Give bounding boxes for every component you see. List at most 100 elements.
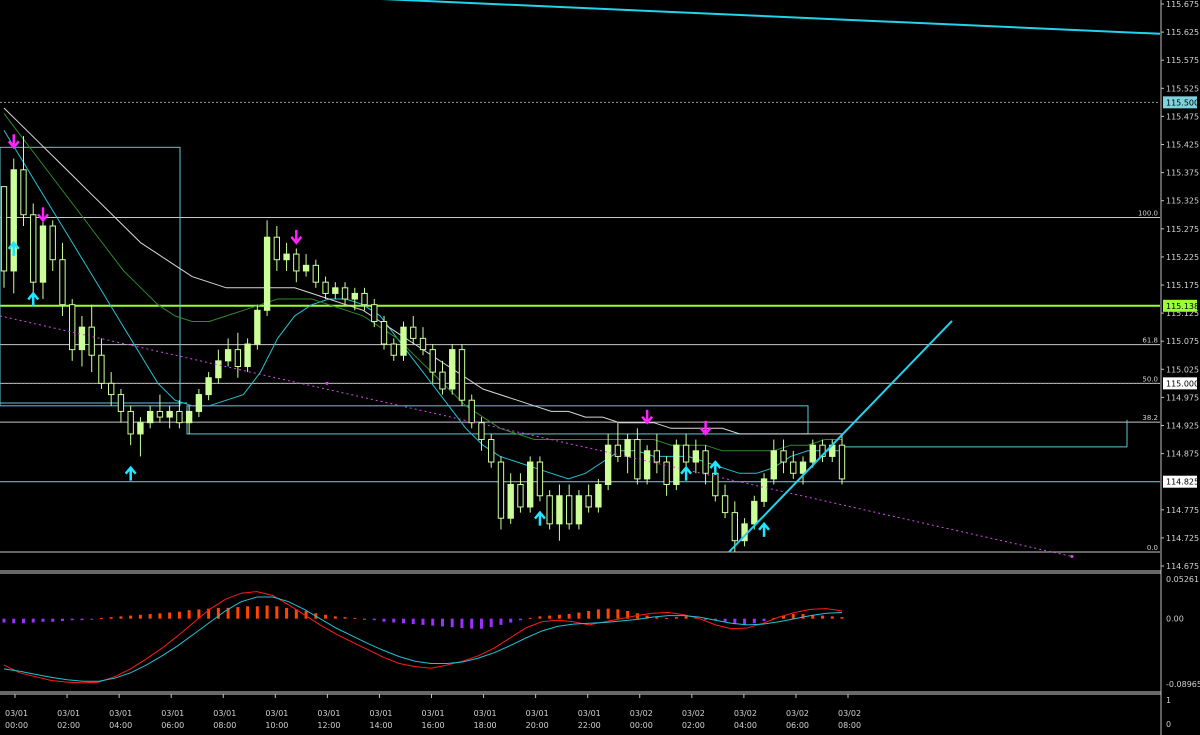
price-tick-label-2: 115.575 (1166, 56, 1199, 65)
candle-body-52 (507, 484, 514, 519)
time-label-date-4: 03/01 (213, 709, 236, 718)
candle-body-54 (527, 461, 534, 508)
candle-body-26 (254, 309, 261, 345)
time-label-date-2: 03/01 (109, 709, 132, 718)
candle-body-78 (760, 478, 768, 502)
macd-bar-62 (606, 608, 610, 619)
candle-body-8 (78, 326, 86, 351)
macd-bar-43 (421, 618, 425, 625)
time-label-time-2: 04:00 (109, 721, 132, 730)
price-tick-label-0: 115.675 (1166, 0, 1199, 9)
candle-body-74 (721, 495, 729, 514)
candle-body-39 (380, 321, 388, 345)
candle-body-58 (565, 495, 573, 525)
time-label-date-15: 03/02 (786, 709, 809, 718)
macd-bar-15 (148, 614, 152, 619)
time-label-time-9: 18:00 (474, 721, 497, 730)
candle-body-33 (322, 281, 329, 294)
candle-body-22 (215, 360, 222, 379)
price-tag-label-0: 115.500 (1166, 98, 1199, 107)
time-label-time-3: 06:00 (161, 721, 184, 730)
price-tick-label-13: 115.025 (1166, 365, 1199, 374)
candle-body-27 (263, 236, 271, 311)
time-label-time-4: 08:00 (213, 721, 236, 730)
time-label-date-0: 03/01 (5, 709, 28, 718)
candle-body-83 (809, 444, 816, 463)
price-tick-label-1: 115.625 (1166, 28, 1199, 37)
macd-bar-44 (431, 618, 435, 626)
candle-body-30 (293, 253, 300, 272)
candle-body-69 (673, 444, 680, 486)
macd-axis-label-1: 0.00 (1166, 615, 1184, 624)
time-label-date-10: 03/01 (526, 709, 549, 718)
price-tick-label-3: 115.525 (1166, 84, 1199, 93)
macd-bar-70 (684, 616, 688, 619)
candle-body-35 (341, 287, 349, 300)
time-label-time-11: 22:00 (578, 721, 601, 730)
macd-axis-label-2: -0.08965 (1166, 680, 1200, 689)
candle-body-67 (653, 450, 661, 463)
candle-body-0 (0, 186, 8, 272)
fib-label-2: 50.0 (1142, 375, 1158, 383)
macd-bar-36 (353, 617, 357, 619)
fib-label-3: 38.2 (1142, 414, 1158, 422)
macd-bar-3 (31, 618, 35, 623)
macd-bar-40 (392, 618, 396, 623)
candle-body-49 (478, 422, 485, 441)
macd-bar-47 (460, 618, 464, 628)
macd-bar-85 (830, 616, 834, 619)
time-label-time-0: 00:00 (5, 721, 28, 730)
price-tick-label-6: 115.375 (1166, 169, 1199, 178)
time-label-time-1: 02:00 (57, 721, 80, 730)
candle-body-25 (244, 343, 251, 367)
candle-body-48 (468, 399, 475, 424)
macd-bar-77 (752, 618, 756, 624)
candle-body-79 (770, 450, 777, 480)
candle-body-10 (98, 354, 105, 384)
macd-bar-59 (577, 612, 581, 619)
macd-bar-7 (70, 618, 74, 621)
macd-bar-54 (528, 617, 532, 619)
candle-body-20 (195, 394, 203, 412)
macd-bar-45 (440, 618, 444, 627)
price-tick-label-14: 114.975 (1166, 393, 1199, 402)
macd-bar-63 (616, 609, 620, 619)
fib-label-4: 0.0 (1147, 544, 1158, 552)
time-label-date-3: 03/01 (161, 709, 184, 718)
candle-body-4 (39, 225, 47, 283)
candle-body-50 (488, 439, 495, 463)
candle-body-71 (692, 450, 700, 463)
macd-bar-61 (596, 609, 600, 619)
macd-bar-26 (255, 606, 259, 619)
time-label-time-13: 02:00 (682, 721, 705, 730)
time-label-time-7: 14:00 (369, 721, 392, 730)
candle-body-73 (712, 472, 719, 497)
macd-bar-56 (548, 615, 552, 619)
dotted-trend-anchor-2 (1070, 554, 1074, 558)
macd-bar-76 (743, 618, 747, 625)
price-tick-label-19: 114.675 (1166, 562, 1199, 571)
candle-body-9 (88, 326, 95, 356)
candle-body-42 (410, 326, 417, 339)
fib-label-1: 61.8 (1142, 337, 1158, 345)
macd-bar-51 (499, 618, 503, 625)
price-tick-label-5: 115.425 (1166, 141, 1199, 150)
candle-body-80 (780, 450, 787, 463)
macd-bar-42 (411, 618, 415, 625)
candle-body-77 (751, 500, 758, 525)
macd-bar-57 (557, 614, 561, 619)
macd-bar-52 (509, 618, 513, 623)
macd-bar-58 (567, 614, 571, 619)
price-tag-label-1: 115.138 (1166, 302, 1199, 311)
price-chart[interactable]: 100.0 61.8 50.0 38.2 0.0 115.675 115.625 115.5… (0, 0, 1200, 735)
candle-body-66 (643, 450, 651, 480)
macd-axis-label-0: 0.05261 (1166, 575, 1199, 584)
candle-body-44 (429, 349, 436, 373)
time-label-time-6: 12:00 (317, 721, 340, 730)
candle-body-59 (575, 495, 583, 525)
macd-bar-39 (382, 618, 386, 622)
price-tick-label-4: 115.475 (1166, 112, 1199, 121)
macd-bar-55 (538, 616, 542, 619)
candle-body-86 (838, 444, 846, 480)
macd-bar-24 (236, 607, 240, 619)
